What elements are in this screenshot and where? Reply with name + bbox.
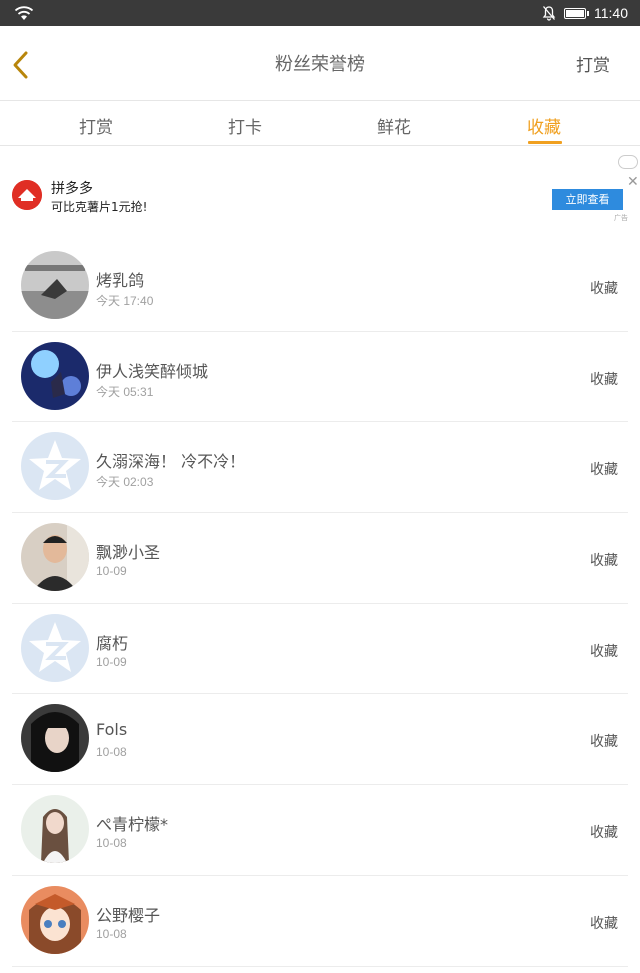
favorite-label: 收藏 — [590, 281, 618, 297]
wifi-icon — [14, 6, 34, 20]
user-name: 腐朽 — [96, 633, 129, 653]
tab-reward[interactable]: 打赏 — [46, 113, 146, 138]
active-tab-indicator — [528, 141, 562, 144]
timestamp: 10-09 — [96, 654, 127, 669]
favorite-label: 收藏 — [590, 734, 618, 751]
close-icon[interactable]: ✕ — [627, 174, 639, 190]
avatar[interactable] — [21, 704, 89, 773]
avatar[interactable] — [21, 885, 89, 954]
reward-button[interactable]: 打赏 — [576, 51, 610, 76]
user-name: ぺ青柠檬* — [96, 815, 169, 835]
list-item[interactable]: 公野樱子 10-08 收藏 — [0, 876, 640, 967]
pinduoduo-logo-icon — [12, 180, 42, 210]
list-item[interactable]: 烤乳鸽 今天 17:40 收藏 — [0, 241, 640, 332]
favorite-label: 收藏 — [590, 825, 618, 842]
favorite-label: 收藏 — [590, 462, 618, 479]
favorite-label: 收藏 — [590, 553, 618, 570]
ad-close-circle-icon[interactable] — [618, 155, 638, 169]
favorite-label: 收藏 — [590, 643, 618, 660]
avatar[interactable] — [21, 523, 89, 592]
status-bar: 11:40 — [0, 0, 640, 26]
timestamp: 今天 17:40 — [96, 294, 154, 308]
avatar[interactable] — [21, 341, 89, 410]
user-name: 久溺深海！ 冷不冷！ — [96, 452, 246, 472]
user-name: 飘渺小圣 — [96, 543, 161, 563]
tab-checkin[interactable]: 打卡 — [195, 113, 295, 138]
ad-banner[interactable]: 拼多多 可比克薯片1元抢! 立即查看 ✕ 广告 — [0, 147, 640, 229]
avatar[interactable] — [21, 795, 89, 864]
user-name: 公野樱子 — [96, 905, 161, 925]
default-avatar-icon[interactable] — [21, 432, 89, 501]
user-name: Fols — [96, 720, 128, 740]
list-item[interactable]: 伊人浅笑醉倾城 今天 05:31 收藏 — [0, 332, 640, 423]
list-item[interactable]: 久溺深海！ 冷不冷！ 今天 02:03 收藏 — [0, 422, 640, 514]
page-title: 粉丝荣誉榜 — [275, 54, 365, 75]
timestamp: 10-09 — [96, 564, 127, 579]
divider — [12, 965, 628, 967]
favorite-label: 收藏 — [590, 371, 618, 388]
mute-bell-icon — [542, 6, 556, 21]
tab-flowers[interactable]: 鲜花 — [344, 113, 444, 138]
timestamp: 今天 05:31 — [96, 384, 154, 399]
timestamp: 10-08 — [96, 745, 127, 760]
list-item[interactable]: 飘渺小圣 10-09 收藏 — [0, 513, 640, 604]
avatar[interactable] — [21, 251, 89, 319]
ad-brand: 拼多多 — [51, 181, 93, 197]
favorite-label: 收藏 — [590, 915, 618, 932]
fan-list: 烤乳鸽 今天 17:40 收藏 伊人浅笑醉倾城 今天 05:31 收藏 久溺深海… — [0, 241, 640, 967]
user-name: 烤乳鸽 — [96, 271, 145, 290]
list-item[interactable]: Fols 10-08 收藏 — [0, 694, 640, 786]
timestamp: 今天 02:03 — [96, 475, 154, 490]
list-item[interactable]: ぺ青柠檬* 10-08 收藏 — [0, 785, 640, 876]
header: 粉丝荣誉榜 打赏 — [0, 26, 640, 101]
tab-favorites[interactable]: 收藏 — [494, 113, 594, 138]
ad-description: 可比克薯片1元抢! — [51, 200, 148, 214]
timestamp: 10-08 — [96, 836, 127, 851]
status-time: 11:40 — [594, 5, 628, 21]
battery-icon — [564, 7, 589, 19]
ad-tag: 广告 — [614, 214, 628, 222]
user-name: 伊人浅笑醉倾城 — [96, 361, 209, 381]
list-item[interactable]: 腐朽 10-09 收藏 — [0, 604, 640, 695]
timestamp: 10-08 — [96, 926, 127, 941]
default-avatar-icon[interactable] — [21, 613, 89, 682]
ad-view-button[interactable]: 立即查看 — [552, 189, 623, 210]
tab-bar: 打赏 打卡 鲜花 收藏 — [0, 101, 640, 146]
